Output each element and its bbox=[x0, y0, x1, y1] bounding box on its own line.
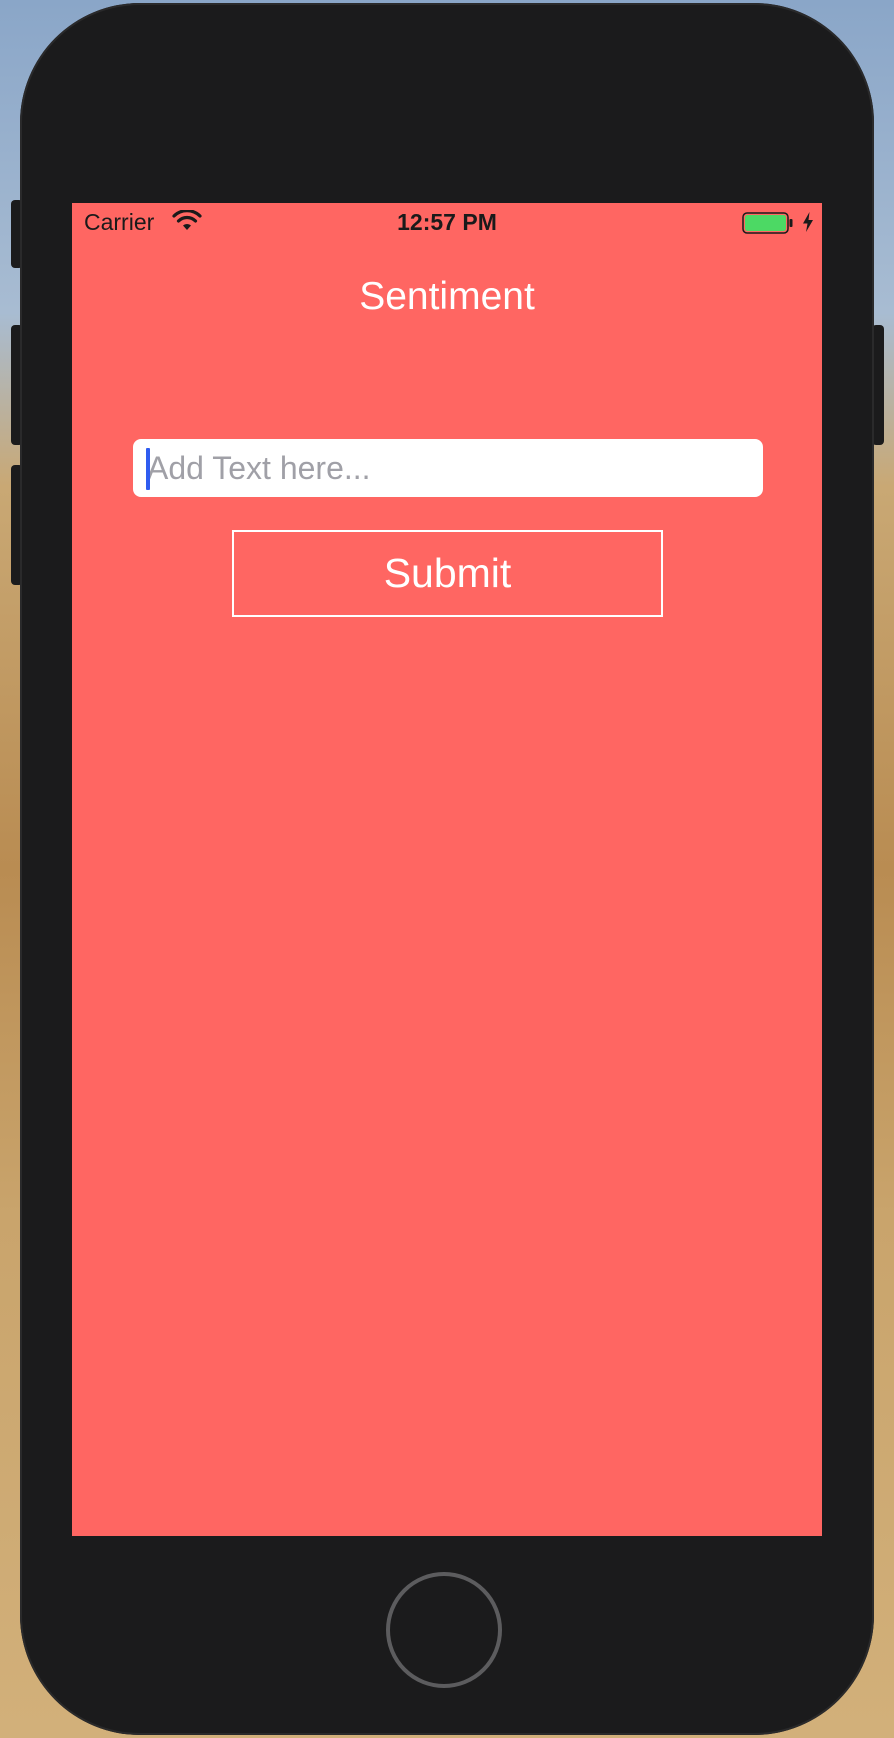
sentiment-text-input[interactable] bbox=[133, 439, 763, 497]
page-title: Sentiment bbox=[359, 275, 535, 318]
status-bar: Carrier 12:57 PM bbox=[72, 203, 822, 243]
text-cursor bbox=[146, 448, 150, 490]
submit-button[interactable]: Submit bbox=[232, 530, 663, 617]
app-screen: Carrier 12:57 PM Sentiment Submit bbox=[72, 203, 822, 1536]
lightning-bolt-icon bbox=[802, 211, 814, 238]
battery-icon bbox=[742, 212, 794, 239]
home-button[interactable] bbox=[386, 1572, 502, 1688]
status-time: 12:57 PM bbox=[397, 209, 497, 235]
